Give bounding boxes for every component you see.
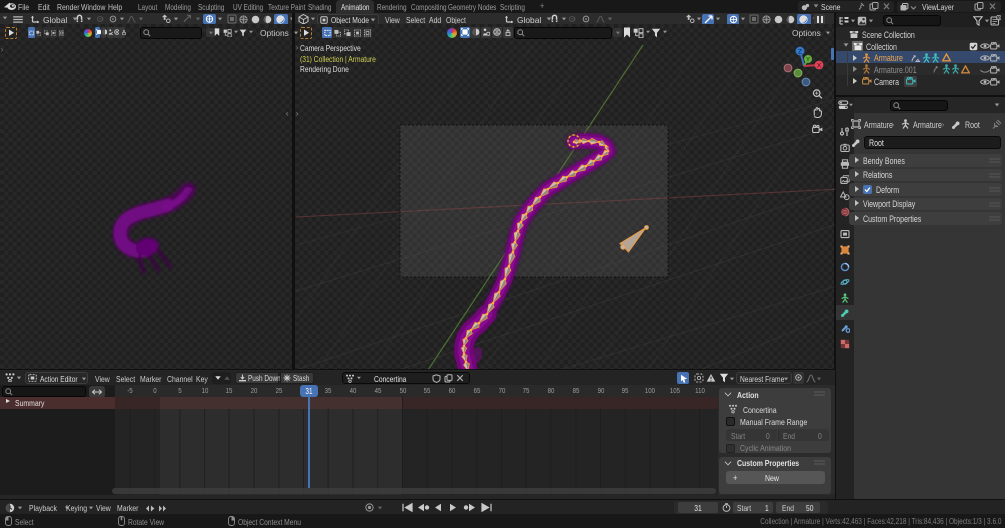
svg-text:Z: Z — [798, 49, 802, 56]
svg-text:Y: Y — [806, 58, 810, 64]
svg-text:X: X — [817, 63, 822, 70]
